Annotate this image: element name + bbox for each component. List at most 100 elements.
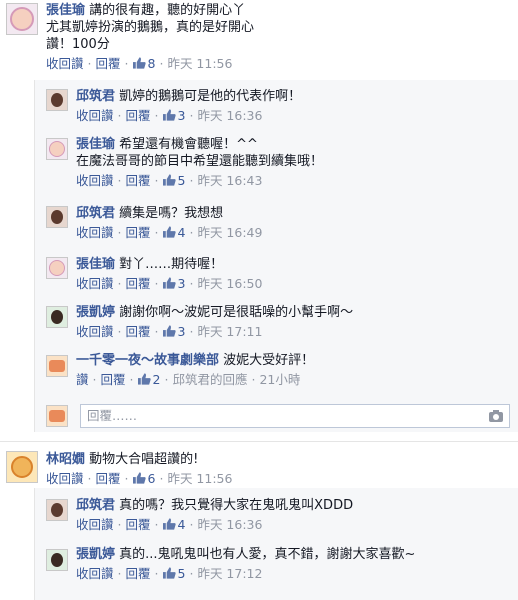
avatar-face-icon: [51, 210, 63, 224]
reply-text: 凱婷的鵝鵝可是他的代表作啊！: [119, 89, 302, 104]
timestamp[interactable]: 昨天 16:36: [197, 108, 262, 124]
reply-text: 在魔法哥哥的節目中希望還能聽到續集哦！: [76, 154, 324, 169]
liked-by-label[interactable]: 邱筑君的回應: [172, 372, 247, 388]
reply-text: 希望還有機會聽喔！^^: [119, 137, 258, 152]
page-logo-icon: [49, 410, 65, 422]
avatar-face-icon: [51, 310, 63, 324]
author-name[interactable]: 邱筑君: [76, 498, 115, 513]
comment: 張佳瑜 講的很有趣，聽的好開心丫 尤其凱婷扮演的鵝鵝，真的是好開心 讚！100分…: [46, 3, 255, 72]
reply-link[interactable]: 回覆: [126, 517, 151, 533]
avatar[interactable]: [46, 89, 68, 111]
thumbs-up-icon: [132, 472, 146, 484]
reply: 一千零一夜～故事劇樂部 波妮大受好評！ 讚 · 回覆 · 2 · 邱筑君的回應 · 21…: [76, 353, 315, 388]
thumbs-up-icon: [162, 518, 176, 530]
reply: 張凱婷 真的...鬼吼鬼叫也有人愛，真不錯，謝謝大家喜歡~ 收回讚 · 回覆 · 5…: [76, 547, 416, 582]
camera-icon[interactable]: [489, 410, 503, 422]
likes-count[interactable]: 2: [137, 372, 160, 388]
reply-link[interactable]: 回覆: [126, 108, 151, 124]
reply-text: 續集是嗎？我想想: [119, 206, 224, 221]
reply-link[interactable]: 回覆: [96, 471, 121, 487]
timestamp[interactable]: 昨天 11:56: [167, 471, 232, 487]
thumbs-up-icon: [137, 373, 151, 385]
avatar-face-icon: [49, 260, 65, 276]
likes-count[interactable]: 5: [162, 173, 185, 189]
reply-link[interactable]: 回覆: [126, 276, 151, 292]
thumbs-up-icon: [162, 109, 176, 121]
like-link[interactable]: 讚: [76, 372, 89, 388]
comment: 林昭嫺 動物大合唱超讚的! 收回讚 · 回覆 · 6 · 昨天 11:56: [46, 452, 233, 487]
likes-count[interactable]: 5: [162, 566, 185, 582]
avatar-face-icon: [51, 503, 63, 517]
avatar-face-icon: [11, 456, 33, 478]
unlike-link[interactable]: 收回讚: [46, 56, 84, 72]
author-name[interactable]: 一千零一夜～故事劇樂部: [76, 353, 219, 368]
likes-count[interactable]: 4: [162, 517, 185, 533]
avatar[interactable]: [46, 206, 68, 228]
reply-link[interactable]: 回覆: [126, 566, 151, 582]
timestamp[interactable]: 昨天 16:36: [197, 517, 262, 533]
reply-link[interactable]: 回覆: [126, 173, 151, 189]
author-name[interactable]: 張佳瑜: [76, 137, 115, 152]
comment-text: 動物大合唱超讚的!: [89, 452, 199, 467]
unlike-link[interactable]: 收回讚: [76, 108, 114, 124]
likes-count[interactable]: 3: [162, 108, 185, 124]
unlike-link[interactable]: 收回讚: [76, 517, 114, 533]
timestamp[interactable]: 昨天 16:49: [197, 225, 262, 241]
thumbs-up-icon: [162, 226, 176, 238]
likes-count[interactable]: 3: [162, 276, 185, 292]
thumbs-up-icon: [162, 325, 176, 337]
timestamp[interactable]: 昨天 16:50: [197, 276, 262, 292]
reply: 張凱婷 謝謝你啊～波妮可是很聒噪的小幫手啊～ 收回讚 · 回覆 · 3 · 昨天 17…: [76, 305, 354, 340]
unlike-link[interactable]: 收回讚: [76, 324, 114, 340]
unlike-link[interactable]: 收回讚: [76, 173, 114, 189]
avatar-face-icon: [49, 141, 65, 157]
reply: 邱筑君 續集是嗎？我想想 收回讚 · 回覆 · 4 · 昨天 16:49: [76, 206, 263, 241]
unlike-link[interactable]: 收回讚: [76, 566, 114, 582]
timestamp[interactable]: 昨天 11:56: [167, 56, 232, 72]
avatar[interactable]: [46, 138, 68, 160]
unlike-link[interactable]: 收回讚: [76, 276, 114, 292]
unlike-link[interactable]: 收回讚: [46, 471, 84, 487]
author-name[interactable]: 邱筑君: [76, 89, 115, 104]
timestamp[interactable]: 昨天 16:43: [197, 173, 262, 189]
avatar[interactable]: [46, 306, 68, 328]
reply-text: 對丫……期待喔！: [119, 257, 224, 272]
avatar-face-icon: [51, 553, 63, 567]
avatar-face-icon: [51, 93, 63, 107]
avatar[interactable]: [46, 549, 68, 571]
likes-count[interactable]: 6: [132, 471, 155, 487]
author-name[interactable]: 張佳瑜: [76, 257, 115, 272]
comment-text: 講的很有趣，聽的好開心丫: [89, 3, 246, 18]
author-name[interactable]: 張凱婷: [76, 305, 115, 320]
avatar[interactable]: [46, 355, 68, 377]
thumbs-up-icon: [132, 57, 146, 69]
avatar[interactable]: [6, 3, 38, 35]
reply-link[interactable]: 回覆: [96, 56, 121, 72]
reply-link[interactable]: 回覆: [101, 372, 126, 388]
reply-input[interactable]: 回覆……: [80, 404, 510, 428]
reply-text: 真的嗎？我只覺得大家在鬼吼鬼叫XDDD: [119, 498, 354, 513]
likes-count[interactable]: 8: [132, 56, 155, 72]
reply-link[interactable]: 回覆: [126, 225, 151, 241]
reply-text: 波妮大受好評！: [223, 353, 315, 368]
likes-count[interactable]: 4: [162, 225, 185, 241]
thumbs-up-icon: [162, 567, 176, 579]
author-name[interactable]: 邱筑君: [76, 206, 115, 221]
reply-input-placeholder: 回覆……: [87, 408, 138, 423]
timestamp[interactable]: 昨天 17:12: [197, 566, 262, 582]
author-name[interactable]: 林昭嫺: [46, 452, 85, 467]
reply-link[interactable]: 回覆: [126, 324, 151, 340]
likes-count[interactable]: 3: [162, 324, 185, 340]
avatar[interactable]: [46, 257, 68, 279]
reply-text: 謝謝你啊～波妮可是很聒噪的小幫手啊～: [119, 305, 354, 320]
reply: 張佳瑜 對丫……期待喔！ 收回讚 · 回覆 · 3 · 昨天 16:50: [76, 257, 263, 292]
avatar[interactable]: [46, 499, 68, 521]
author-name[interactable]: 張佳瑜: [46, 3, 85, 18]
avatar[interactable]: [6, 451, 38, 483]
author-name[interactable]: 張凱婷: [76, 547, 115, 562]
unlike-link[interactable]: 收回讚: [76, 225, 114, 241]
timestamp[interactable]: 昨天 17:11: [197, 324, 262, 340]
thumbs-up-icon: [162, 277, 176, 289]
timestamp[interactable]: 21小時: [259, 372, 300, 388]
page-logo-icon: [49, 360, 65, 372]
